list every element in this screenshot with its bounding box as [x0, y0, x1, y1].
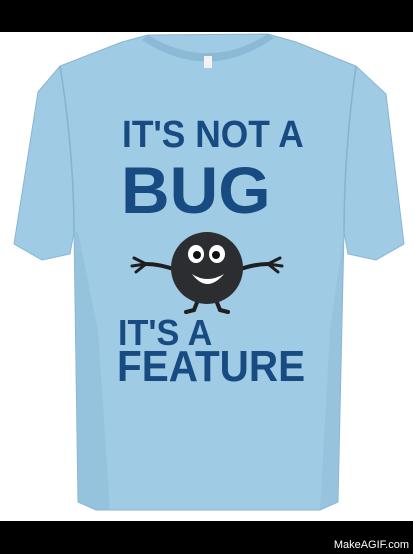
image-frame: IT'S NOT A BUG IT'S A FEATURE	[0, 32, 413, 521]
watermark-text: MakeAGIF.com	[333, 539, 409, 551]
size-tag	[204, 56, 212, 68]
shirt-text-bug: BUG	[121, 153, 271, 227]
shirt-text-feature: FEATURE	[117, 342, 306, 391]
tshirt-image	[13, 33, 405, 511]
shirt-text-line1: IT'S NOT A	[122, 114, 304, 156]
